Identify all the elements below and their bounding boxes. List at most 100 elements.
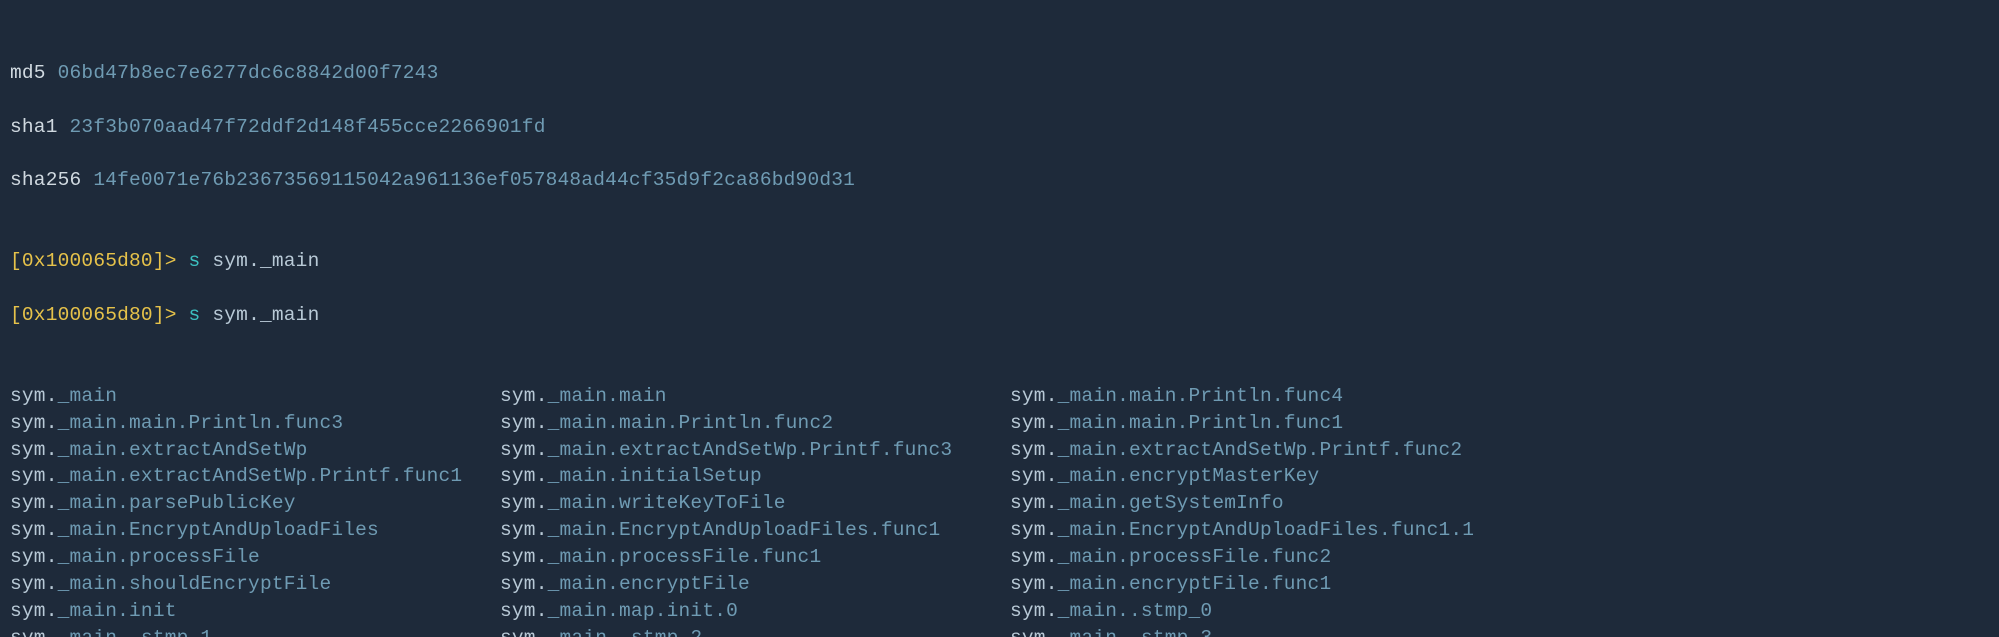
symbol-body: _main.map.init.0 [548, 600, 738, 622]
symbol-prefix: sym. [1010, 546, 1058, 568]
hash-line-sha1: sha1 23f3b070aad47f72ddf2d148f455cce2266… [10, 114, 1989, 141]
symbol-entry[interactable]: sym._main.getSystemInfo [1010, 490, 1989, 517]
symbol-prefix: sym. [500, 546, 548, 568]
command-arg: sym._main [212, 250, 319, 272]
symbol-entry[interactable]: sym._main.processFile.func2 [1010, 544, 1989, 571]
symbol-prefix: sym. [1010, 412, 1058, 434]
symbol-prefix: sym. [500, 573, 548, 595]
symbol-entry[interactable]: sym._main.extractAndSetWp.Printf.func3 [500, 437, 1010, 464]
symbol-body: _main.EncryptAndUploadFiles.func1.1 [1058, 519, 1475, 541]
prompt-line[interactable]: [0x100065d80]> s sym._main [10, 248, 1989, 275]
symbol-prefix: sym. [10, 465, 58, 487]
symbol-prefix: sym. [10, 546, 58, 568]
symbol-body: _main..stmp_3 [1058, 627, 1213, 637]
symbol-body: _main.processFile.func1 [548, 546, 822, 568]
symbol-prefix: sym. [500, 465, 548, 487]
symbol-entry[interactable]: sym._main..stmp_2 [500, 625, 1010, 637]
symbol-body: _main.main [548, 385, 667, 407]
symbol-prefix: sym. [1010, 492, 1058, 514]
symbol-entry[interactable]: sym._main.encryptMasterKey [1010, 463, 1989, 490]
symbol-prefix: sym. [1010, 385, 1058, 407]
symbol-prefix: sym. [500, 492, 548, 514]
symbol-body: _main [58, 385, 118, 407]
symbol-entry[interactable]: sym._main.shouldEncryptFile [10, 571, 500, 598]
symbol-entry[interactable]: sym._main.EncryptAndUploadFiles.func1.1 [1010, 517, 1989, 544]
symbol-body: _main.EncryptAndUploadFiles.func1 [548, 519, 941, 541]
symbol-prefix: sym. [10, 573, 58, 595]
symbol-prefix: sym. [500, 627, 548, 637]
terminal-output[interactable]: md5 06bd47b8ec7e6277dc6c8842d00f7243 sha… [0, 0, 1999, 637]
symbol-entry[interactable]: sym._main.encryptFile.func1 [1010, 571, 1989, 598]
symbol-body: _main.extractAndSetWp.Printf.func2 [1058, 439, 1463, 461]
symbol-prefix: sym. [500, 519, 548, 541]
symbol-entry[interactable]: sym._main.main.Println.func1 [1010, 410, 1989, 437]
symbol-body: _main.extractAndSetWp [58, 439, 308, 461]
symbol-prefix: sym. [500, 412, 548, 434]
symbol-body: _main.main.Println.func2 [548, 412, 834, 434]
symbol-entry[interactable]: sym._main.map.init.0 [500, 598, 1010, 625]
symbol-body: _main.writeKeyToFile [548, 492, 786, 514]
symbol-body: _main.processFile [58, 546, 260, 568]
symbol-body: _main.main.Println.func4 [1058, 385, 1344, 407]
symbol-entry[interactable]: sym._main.init [10, 598, 500, 625]
symbol-body: _main..stmp_0 [1058, 600, 1213, 622]
symbol-body: _main.initialSetup [548, 465, 762, 487]
symbol-prefix: sym. [500, 600, 548, 622]
hash-value: 14fe0071e76b23673569115042a961136ef05784… [93, 169, 855, 191]
symbol-body: _main.encryptFile.func1 [1058, 573, 1332, 595]
symbol-entry[interactable]: sym._main..stmp_3 [1010, 625, 1989, 637]
symbol-prefix: sym. [1010, 573, 1058, 595]
symbol-prefix: sym. [10, 519, 58, 541]
symbol-entry[interactable]: sym._main.processFile [10, 544, 500, 571]
symbol-entry[interactable]: sym._main.extractAndSetWp.Printf.func2 [1010, 437, 1989, 464]
symbol-columns: sym._mainsym._main.mainsym._main.main.Pr… [10, 383, 1989, 637]
prompt-line[interactable]: [0x100065d80]> s sym._main [10, 302, 1989, 329]
symbol-prefix: sym. [10, 412, 58, 434]
symbol-body: _main.main.Println.func1 [1058, 412, 1344, 434]
symbol-entry[interactable]: sym._main.encryptFile [500, 571, 1010, 598]
hash-label: md5 [10, 62, 46, 84]
symbol-entry[interactable]: sym._main.main.Println.func2 [500, 410, 1010, 437]
hash-line-md5: md5 06bd47b8ec7e6277dc6c8842d00f7243 [10, 60, 1989, 87]
symbol-entry[interactable]: sym._main.initialSetup [500, 463, 1010, 490]
symbol-prefix: sym. [1010, 519, 1058, 541]
prompt-address: [0x100065d80]> [10, 304, 177, 326]
symbol-entry[interactable]: sym._main.main [500, 383, 1010, 410]
hash-label: sha256 [10, 169, 81, 191]
symbol-entry[interactable]: sym._main.extractAndSetWp [10, 437, 500, 464]
symbol-body: _main.extractAndSetWp.Printf.func1 [58, 465, 463, 487]
symbol-body: _main..stmp_1 [58, 627, 213, 637]
symbol-body: _main.EncryptAndUploadFiles [58, 519, 379, 541]
symbol-prefix: sym. [1010, 465, 1058, 487]
symbol-entry[interactable]: sym._main.extractAndSetWp.Printf.func1 [10, 463, 500, 490]
symbol-entry[interactable]: sym._main.main.Println.func3 [10, 410, 500, 437]
command: s [189, 250, 201, 272]
symbol-prefix: sym. [500, 439, 548, 461]
symbol-entry[interactable]: sym._main.parsePublicKey [10, 490, 500, 517]
symbol-entry[interactable]: sym._main.EncryptAndUploadFiles.func1 [500, 517, 1010, 544]
symbol-entry[interactable]: sym._main.writeKeyToFile [500, 490, 1010, 517]
symbol-prefix: sym. [10, 492, 58, 514]
hash-label: sha1 [10, 116, 58, 138]
symbol-body: _main.encryptFile [548, 573, 750, 595]
command-arg: sym._main [212, 304, 319, 326]
symbol-prefix: sym. [10, 385, 58, 407]
symbol-body: _main.main.Println.func3 [58, 412, 344, 434]
symbol-body: _main.encryptMasterKey [1058, 465, 1320, 487]
symbol-entry[interactable]: sym._main.EncryptAndUploadFiles [10, 517, 500, 544]
symbol-entry[interactable]: sym._main.main.Println.func4 [1010, 383, 1989, 410]
symbol-prefix: sym. [1010, 627, 1058, 637]
symbol-body: _main.getSystemInfo [1058, 492, 1284, 514]
symbol-entry[interactable]: sym._main..stmp_1 [10, 625, 500, 637]
symbol-body: _main.shouldEncryptFile [58, 573, 332, 595]
prompt-address: [0x100065d80]> [10, 250, 177, 272]
symbol-entry[interactable]: sym._main [10, 383, 500, 410]
symbol-prefix: sym. [500, 385, 548, 407]
symbol-body: _main.extractAndSetWp.Printf.func3 [548, 439, 953, 461]
symbol-entry[interactable]: sym._main..stmp_0 [1010, 598, 1989, 625]
symbol-body: _main.init [58, 600, 177, 622]
command: s [189, 304, 201, 326]
symbol-entry[interactable]: sym._main.processFile.func1 [500, 544, 1010, 571]
symbol-prefix: sym. [10, 600, 58, 622]
symbol-prefix: sym. [1010, 600, 1058, 622]
